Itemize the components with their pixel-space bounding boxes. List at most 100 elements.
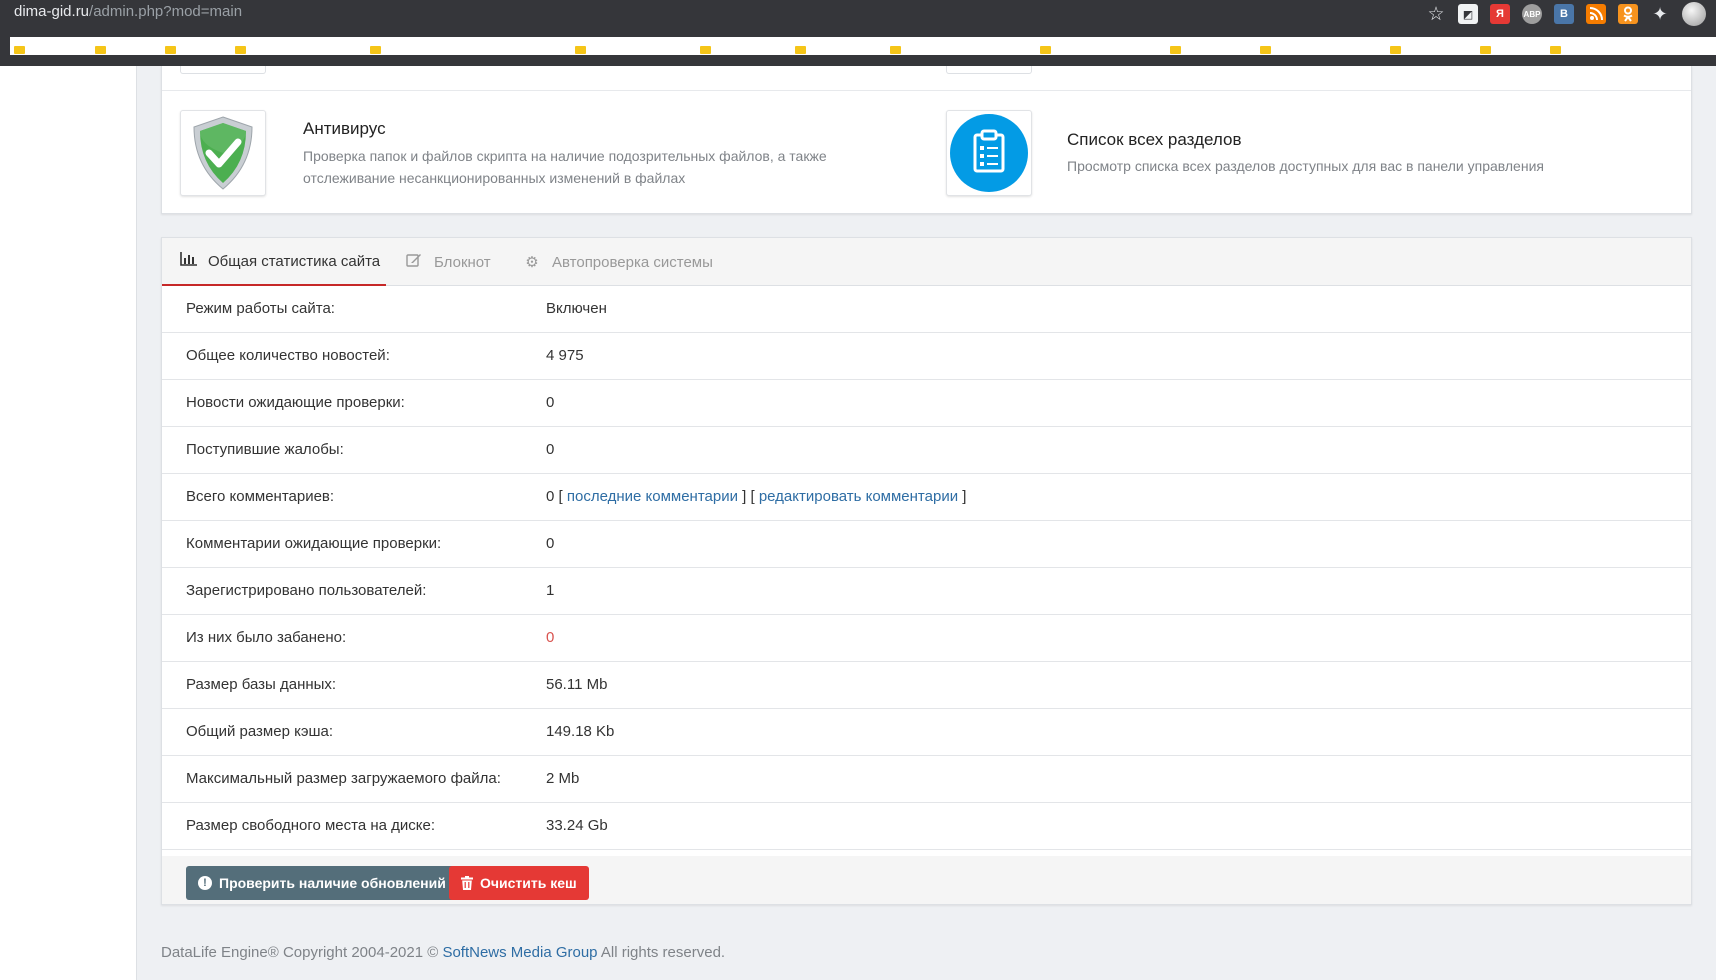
vk-icon[interactable]: B	[1554, 4, 1574, 24]
antivirus-title[interactable]: Антивирус	[303, 119, 386, 139]
stat-value: 0	[546, 394, 555, 411]
bookmark-folder-icon[interactable]	[1390, 46, 1401, 54]
admin-content: Антивирус Проверка папок и файлов скрипт…	[137, 66, 1716, 980]
ext-icon[interactable]: ◩	[1458, 4, 1478, 24]
bookmark-folder-icon[interactable]	[235, 46, 246, 54]
tab-label: Общая статистика сайта	[208, 252, 381, 270]
latest-comments-link[interactable]: последние комментарии	[567, 488, 738, 505]
stat-label: Из них было забанено:	[186, 629, 347, 646]
partial-tile	[180, 66, 266, 74]
antivirus-desc-line2: отслеживание несанкционированных изменен…	[303, 170, 686, 186]
stat-value: 0	[546, 441, 555, 458]
tab-label: Блокнот	[434, 253, 491, 271]
clear-cache-button[interactable]: Очистить кеш	[449, 866, 589, 900]
adblock-icon[interactable]: ABP	[1522, 4, 1542, 24]
profile-avatar[interactable]	[1682, 2, 1706, 26]
edit-comments-link[interactable]: редактировать комментарии	[759, 488, 958, 505]
gear-icon: ⚙	[525, 254, 539, 271]
stat-label: Комментарии ожидающие проверки:	[186, 535, 442, 552]
stats-card: Общая статистика сайта Блокнот ⚙ Автопро…	[161, 237, 1692, 905]
stats-row: Комментарии ожидающие проверки: 0	[162, 521, 1691, 568]
url-text[interactable]: dima-gid.ru/admin.php?mod=main	[14, 3, 242, 20]
bookmark-folder-icon[interactable]	[1480, 46, 1491, 54]
bookmark-folder-icon[interactable]	[1550, 46, 1561, 54]
stats-row: Размер базы данных: 56.11 Mb	[162, 662, 1691, 709]
softnews-link[interactable]: SoftNews Media Group	[442, 944, 597, 961]
stat-label: Режим работы сайта:	[186, 300, 335, 317]
stat-value: 2 Mb	[546, 770, 580, 787]
toolbar-icons: ☆ ◩ Я ABP B ✦	[1426, 2, 1706, 26]
stat-label: Новости ожидающие проверки:	[186, 394, 405, 411]
stat-value: 4 975	[546, 347, 584, 364]
copyright-footer: DataLife Engine® Copyright 2004-2021 © S…	[161, 944, 725, 961]
bookmark-folder-icon[interactable]	[575, 46, 586, 54]
bookmark-folder-icon[interactable]	[95, 46, 106, 54]
browser-address-bar: dima-gid.ru/admin.php?mod=main ☆ ◩ Я ABP…	[0, 0, 1716, 26]
stats-row: Режим работы сайта: Включен	[162, 286, 1691, 333]
copyright-prefix: DataLife Engine® Copyright 2004-2021 ©	[161, 944, 439, 961]
bookmark-folder-icon[interactable]	[1040, 46, 1051, 54]
shield-check-icon	[193, 116, 253, 190]
stat-label: Общее количество новостей:	[186, 347, 390, 364]
clipboard-list-icon	[950, 114, 1028, 192]
bookmark-folder-icon[interactable]	[700, 46, 711, 54]
yandex-icon[interactable]: Я	[1490, 4, 1510, 24]
stats-actions-bar: ! Проверить наличие обновлений Очистить …	[162, 856, 1691, 904]
bookmark-folder-icon[interactable]	[1170, 46, 1181, 54]
sections-list-desc: Просмотр списка всех разделов доступных …	[1067, 158, 1544, 174]
stat-label: Всего комментариев:	[186, 488, 335, 505]
url-path: /admin.php?mod=main	[89, 3, 243, 20]
stat-label: Общий размер кэша:	[186, 723, 334, 740]
stat-label: Размер базы данных:	[186, 676, 337, 693]
stat-value: Включен	[546, 300, 607, 317]
star-icon[interactable]: ☆	[1426, 4, 1446, 25]
sections-list-title[interactable]: Список всех разделов	[1067, 130, 1241, 150]
stat-value: 33.24 Gb	[546, 817, 608, 834]
stats-row: Максимальный размер загружаемого файла: …	[162, 756, 1691, 803]
comments-count: 0	[546, 488, 555, 505]
stat-value: 1	[546, 582, 555, 599]
bookmark-folder-icon[interactable]	[1260, 46, 1271, 54]
tab-label: Автопроверка системы	[552, 253, 713, 271]
tab-notepad[interactable]: Блокнот	[386, 238, 509, 286]
admin-sidebar	[0, 66, 137, 980]
stats-row: Поступившие жалобы: 0	[162, 427, 1691, 474]
url-host: dima-gid.ru	[14, 3, 90, 20]
stat-value-comments: 0 [ последние комментарии ] [ редактиров…	[546, 488, 967, 505]
stats-row: Общее количество новостей: 4 975	[162, 333, 1691, 380]
rss-icon[interactable]	[1586, 4, 1606, 24]
stats-row: Из них было забанено: 0	[162, 615, 1691, 662]
bookmark-folder-icon[interactable]	[165, 46, 176, 54]
bookmark-folder-icon[interactable]	[370, 46, 381, 54]
tab-autocheck[interactable]: ⚙ Автопроверка системы	[504, 238, 731, 286]
modules-card: Антивирус Проверка папок и файлов скрипт…	[161, 66, 1692, 214]
bookmarks-strip	[10, 37, 1716, 55]
bar-chart-icon	[180, 252, 198, 270]
ok-icon[interactable]	[1618, 4, 1638, 24]
check-updates-label: Проверить наличие обновлений	[219, 875, 446, 891]
bookmark-folder-icon[interactable]	[14, 46, 25, 54]
trash-icon	[461, 876, 473, 890]
sections-list-tile[interactable]	[946, 110, 1032, 196]
bookmark-folder-icon[interactable]	[795, 46, 806, 54]
check-updates-button[interactable]: ! Проверить наличие обновлений	[186, 866, 458, 900]
stats-row: Всего комментариев: 0 [ последние коммен…	[162, 474, 1691, 521]
partial-tile	[946, 66, 1032, 74]
tab-site-stats[interactable]: Общая статистика сайта	[162, 238, 386, 286]
puzzle-icon[interactable]: ✦	[1650, 4, 1670, 24]
copyright-suffix: All rights reserved.	[600, 944, 726, 961]
modules-divider	[162, 90, 1691, 91]
bookmark-folder-icon[interactable]	[890, 46, 901, 54]
stat-label: Поступившие жалобы:	[186, 441, 344, 458]
stats-row: Общий размер кэша: 149.18 Kb	[162, 709, 1691, 756]
stats-tabs: Общая статистика сайта Блокнот ⚙ Автопро…	[162, 238, 1691, 286]
antivirus-tile[interactable]	[180, 110, 266, 196]
antivirus-desc: Проверка папок и файлов скрипта на налич…	[303, 145, 827, 189]
stat-label: Размер свободного места на диске:	[186, 817, 436, 834]
stat-label: Зарегистрировано пользователей:	[186, 582, 427, 599]
bookmarks-bar	[0, 26, 1716, 66]
edit-icon	[404, 252, 424, 272]
stat-value: 0	[546, 535, 555, 552]
clear-cache-label: Очистить кеш	[480, 875, 577, 891]
exclamation-icon: !	[198, 876, 212, 890]
